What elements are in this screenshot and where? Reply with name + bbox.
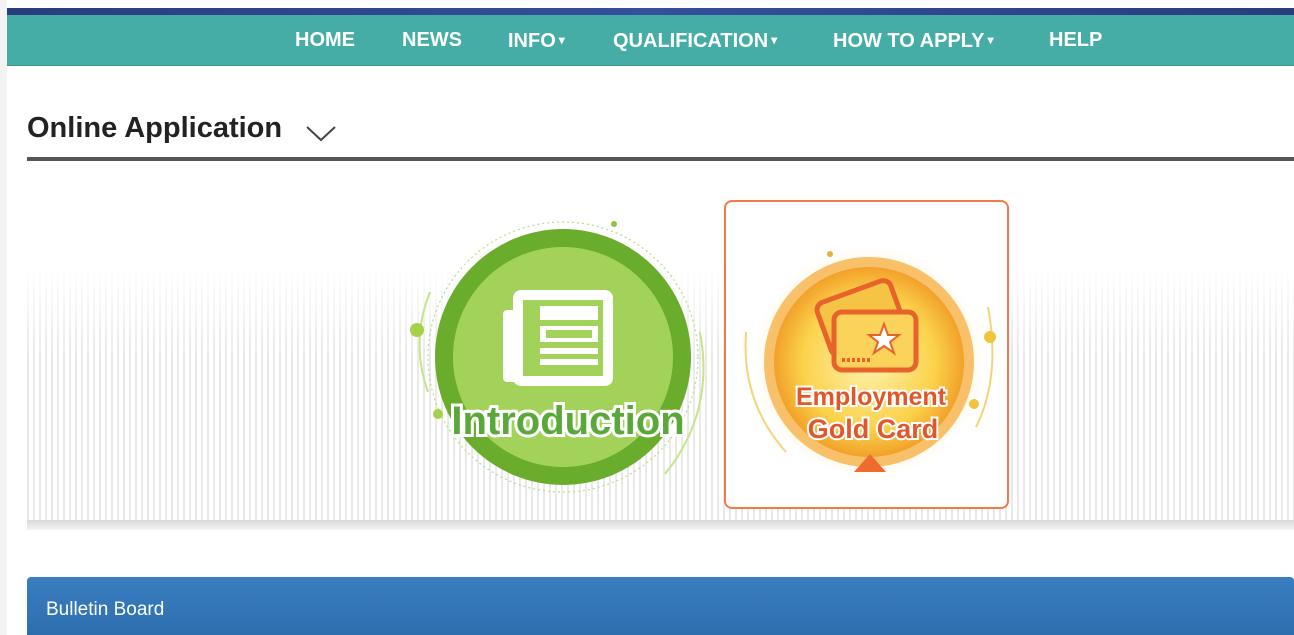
gold-card-label-line2: Gold Card bbox=[808, 414, 939, 444]
introduction-option[interactable]: Introduction bbox=[400, 212, 730, 512]
nav-help[interactable]: HELP bbox=[1049, 15, 1102, 65]
gold-card-badge: Employment Gold Card bbox=[744, 242, 996, 482]
gold-card-label-line1: Employment bbox=[796, 383, 947, 411]
nav-news[interactable]: NEWS bbox=[402, 15, 462, 65]
newspaper-icon bbox=[503, 290, 613, 386]
nav-help-label: HELP bbox=[1049, 29, 1103, 51]
page-title: Online Application bbox=[27, 112, 283, 144]
introduction-label: Introduction bbox=[451, 399, 684, 443]
header-strip bbox=[7, 8, 1294, 15]
nav-how-to-apply-label: HOW TO APPLY bbox=[833, 30, 985, 52]
bulletin-board-title: Bulletin Board bbox=[46, 599, 165, 620]
introduction-badge: Introduction bbox=[410, 221, 705, 493]
dropdown-caret-icon: ▾ bbox=[771, 33, 778, 47]
bulletin-board-header: Bulletin Board bbox=[27, 577, 1294, 635]
nav-info-label: INFO bbox=[508, 30, 556, 52]
dropdown-caret-icon: ▾ bbox=[558, 33, 565, 47]
nav-news-label: NEWS bbox=[402, 29, 462, 51]
employment-gold-card-option[interactable]: Employment Gold Card bbox=[724, 200, 1009, 509]
nav-home[interactable]: HOME bbox=[295, 15, 355, 65]
nav-qualification[interactable]: QUALIFICATION ▾ bbox=[613, 15, 777, 65]
nav-how-to-apply[interactable]: HOW TO APPLY ▾ bbox=[833, 15, 994, 65]
main-nav: HOME NEWS INFO ▾ QUALIFICATION ▾ HOW TO AP… bbox=[7, 15, 1294, 66]
nav-info[interactable]: INFO ▾ bbox=[508, 15, 565, 65]
banner-floor bbox=[27, 520, 1294, 530]
chevron-down-icon[interactable] bbox=[305, 124, 337, 142]
nav-home-label: HOME bbox=[295, 29, 355, 51]
left-gutter bbox=[0, 0, 7, 635]
nav-qualification-label: QUALIFICATION bbox=[613, 30, 769, 52]
title-divider bbox=[27, 157, 1294, 161]
dropdown-caret-icon: ▾ bbox=[987, 33, 994, 47]
